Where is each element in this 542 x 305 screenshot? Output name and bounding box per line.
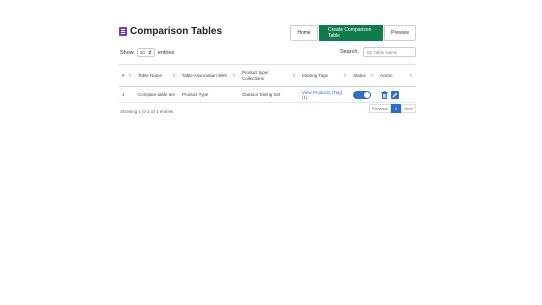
header-button-group: Home Create Comparison Table Preview	[290, 25, 416, 41]
column-header-action[interactable]: Action ⇅	[377, 65, 416, 86]
page-title: Comparison Tables	[130, 26, 223, 37]
entries-label: entries	[157, 49, 175, 56]
preview-button[interactable]: Preview	[384, 25, 416, 41]
sort-arrows-icon: ⇅	[128, 72, 132, 78]
table-footer: Showing 1 to 1 of 1 entries Previous 1 N…	[119, 104, 416, 114]
show-label: Show	[120, 49, 134, 56]
cell-missing-tags: View Products (Tag) (1)	[299, 87, 350, 102]
comparison-tables-table: # ⇅ Table Name ⇅ Table Association With …	[119, 64, 416, 103]
column-label: Table Name	[138, 73, 163, 78]
sort-arrows-icon: ⇅	[370, 72, 374, 78]
home-button[interactable]: Home	[290, 25, 318, 41]
entries-length-control: Show 10 ⇵ entries	[120, 48, 174, 57]
page-header: Comparison Tables Home Create Comparison…	[119, 25, 416, 41]
entries-select[interactable]: 10 ⇵	[136, 48, 155, 57]
sort-arrows-icon: ⇅	[409, 72, 413, 78]
column-header-status[interactable]: Status ⇅	[350, 65, 377, 86]
column-label: #	[122, 73, 125, 78]
cell-association: Product Type	[182, 92, 209, 97]
pagination-previous[interactable]: Previous	[369, 104, 391, 113]
create-comparison-table-button[interactable]: Create Comparison Table	[319, 25, 383, 41]
column-label: Table Association With	[182, 73, 228, 78]
column-header-missing-tags[interactable]: Missing Tags ⇅	[299, 65, 350, 86]
column-label: Status	[353, 73, 366, 78]
table-row: 1 Compare table tes Product Type Outdoor…	[119, 87, 416, 103]
cell-status	[350, 87, 377, 102]
trash-icon	[380, 90, 388, 99]
cell-index: 1	[122, 92, 125, 97]
column-header-association[interactable]: Table Association With ⇅	[179, 65, 239, 86]
table-header-row: # ⇅ Table Name ⇅ Table Association With …	[119, 65, 416, 87]
pagination-page-1[interactable]: 1	[391, 104, 401, 113]
cell-action	[377, 87, 416, 102]
column-header-collections[interactable]: Product type/ Collections ⇅	[239, 65, 299, 86]
table-controls: Show 10 ⇵ entries Search: By Table Name	[119, 47, 416, 59]
sort-arrows-icon: ⇅	[172, 72, 176, 78]
column-label: Action	[380, 73, 393, 78]
select-arrows-icon: ⇵	[147, 49, 152, 55]
cell-table-name: Compare table tes	[138, 92, 175, 97]
table-info: Showing 1 to 1 of 1 entries	[120, 109, 174, 114]
pagination: Previous 1 Next	[369, 104, 416, 113]
pencil-icon	[392, 92, 398, 97]
entries-select-value: 10	[139, 50, 145, 55]
column-header-table-name[interactable]: Table Name ⇅	[135, 65, 179, 86]
edit-button[interactable]	[391, 90, 399, 99]
sort-arrows-icon: ⇅	[292, 72, 296, 78]
sort-arrows-icon: ⇅	[343, 72, 347, 78]
cell-collections: Outdoor Dining Set	[242, 92, 281, 97]
search-label: Search:	[340, 49, 359, 55]
search-control: Search: By Table Name	[340, 47, 416, 57]
delete-button[interactable]	[380, 90, 388, 99]
status-toggle[interactable]	[353, 90, 371, 99]
search-input[interactable]: By Table Name	[363, 47, 416, 57]
view-products-link[interactable]: View Products (Tag) (1)	[302, 90, 347, 100]
sort-arrows-icon: ⇅	[232, 72, 236, 78]
title-wrap: Comparison Tables	[119, 26, 222, 37]
column-label: Product type/ Collections	[242, 69, 269, 81]
table-list-icon	[119, 27, 127, 36]
column-label: Missing Tags	[302, 73, 328, 78]
pagination-next[interactable]: Next	[401, 104, 416, 113]
column-header-index[interactable]: # ⇅	[119, 65, 135, 86]
